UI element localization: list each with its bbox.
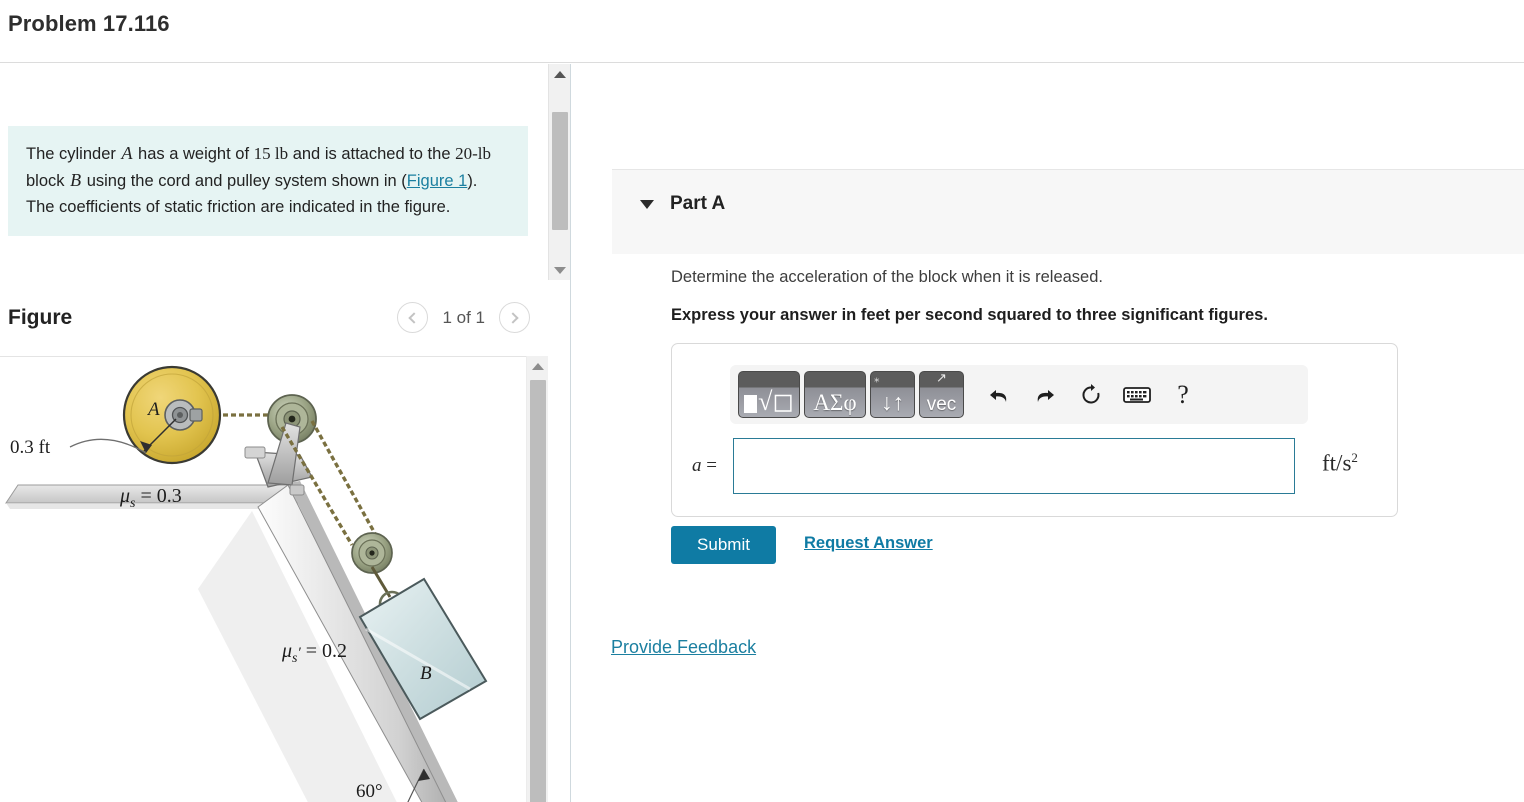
part-a-title: Part A bbox=[670, 193, 726, 214]
figure-scrollbar[interactable] bbox=[526, 356, 548, 802]
left-panel: The cylinder A has a weight of 15 lb and… bbox=[0, 64, 571, 802]
scroll-down-arrow[interactable] bbox=[549, 260, 571, 280]
right-panel: Part A Determine the acceleration of the… bbox=[572, 64, 1524, 802]
weight-a-value: 15 lb bbox=[253, 144, 289, 163]
block-variable: B bbox=[70, 170, 82, 191]
greek-symbols-button[interactable]: ΑΣφ bbox=[804, 371, 866, 418]
undo-icon[interactable] bbox=[978, 375, 1020, 415]
problem-statement: The cylinder A has a weight of 15 lb and… bbox=[8, 126, 528, 236]
figure-next-button[interactable] bbox=[499, 302, 530, 333]
angle-label: 60° bbox=[356, 781, 383, 802]
greek-symbols-label: ΑΣφ bbox=[813, 389, 857, 415]
answer-units: ft/s2 bbox=[1322, 450, 1358, 477]
cylinder-label: A bbox=[146, 399, 160, 420]
statement-text-1: The cylinder bbox=[26, 145, 121, 163]
figure-scroll-up-arrow[interactable] bbox=[527, 356, 549, 376]
answer-variable: a bbox=[692, 455, 702, 476]
answer-input[interactable] bbox=[733, 438, 1295, 494]
block-label: B bbox=[420, 663, 432, 684]
page-title: Problem 17.116 bbox=[8, 11, 170, 36]
sqrt-icon: √◻ bbox=[739, 388, 799, 414]
statement-text-5: using the cord and pulley system shown i… bbox=[82, 172, 407, 191]
chevron-left-icon bbox=[408, 311, 421, 324]
physics-diagram: A 0.3 ft μs = 0.3 B μs′ = 0.2 60° bbox=[5, 365, 488, 802]
scrollbar-thumb[interactable] bbox=[552, 112, 568, 230]
arrows-label: ↓↑ bbox=[881, 389, 904, 415]
statement-text-4: block bbox=[26, 172, 70, 191]
statement-text-3: and is attached to the bbox=[288, 145, 456, 163]
vector-button[interactable]: ↗ vec bbox=[919, 371, 964, 418]
problem-page: Problem 17.116 The cylinder A has a weig… bbox=[0, 0, 1524, 802]
problem-statement-pane: The cylinder A has a weight of 15 lb and… bbox=[0, 64, 548, 280]
answer-card: √◻ ΑΣφ ⁎ ↓↑ ↗ vec ? a = ft/s2 bbox=[671, 343, 1398, 517]
math-toolbar: √◻ ΑΣφ ⁎ ↓↑ ↗ vec ? bbox=[730, 365, 1308, 424]
redo-icon[interactable] bbox=[1024, 375, 1066, 415]
figure-prev-button[interactable] bbox=[397, 302, 429, 333]
units-text: ft/s bbox=[1322, 450, 1352, 476]
template-sqrt-button[interactable]: √◻ bbox=[738, 371, 800, 418]
answer-equals: = bbox=[701, 455, 717, 476]
units-exponent: 2 bbox=[1351, 450, 1358, 465]
chevron-right-icon bbox=[507, 311, 519, 324]
reset-icon[interactable] bbox=[1070, 375, 1112, 415]
statement-text-2: has a weight of bbox=[133, 145, 254, 163]
part-a-instruction: Express your answer in feet per second s… bbox=[671, 306, 1268, 324]
help-icon[interactable]: ? bbox=[1162, 375, 1204, 415]
figure-counter: 1 of 1 bbox=[442, 307, 485, 327]
vector-label: vec bbox=[926, 394, 957, 416]
submit-button[interactable]: Submit bbox=[671, 526, 776, 564]
arrows-superscript-icon: ⁎ bbox=[874, 373, 880, 385]
weight-b-value: 20-lb bbox=[455, 144, 491, 163]
figure-1-link[interactable]: Figure 1 bbox=[407, 172, 468, 190]
figure-header: Figure 1 of 1 bbox=[0, 296, 548, 356]
answer-row: a = ft/s2 bbox=[672, 438, 1399, 500]
part-a-prompt: Determine the acceleration of the block … bbox=[671, 268, 1103, 286]
caret-down-icon[interactable] bbox=[640, 200, 654, 209]
answer-label: a = bbox=[692, 455, 717, 477]
figure-pane: A 0.3 ft μs = 0.3 B μs′ = 0.2 60° bbox=[0, 356, 526, 802]
request-answer-link[interactable]: Request Answer bbox=[804, 534, 933, 553]
arrows-button[interactable]: ⁎ ↓↑ bbox=[870, 371, 915, 418]
statement-scrollbar[interactable] bbox=[548, 64, 570, 280]
page-header: Problem 17.116 bbox=[0, 0, 1524, 63]
cylinder-variable: A bbox=[121, 143, 133, 163]
help-label: ? bbox=[1177, 379, 1189, 409]
scroll-up-arrow[interactable] bbox=[549, 64, 571, 84]
figure-navigation: 1 of 1 bbox=[397, 302, 530, 333]
radius-label: 0.3 ft bbox=[10, 437, 51, 458]
keyboard-icon[interactable] bbox=[1116, 375, 1158, 415]
vector-arrow-icon: ↗ bbox=[936, 371, 947, 385]
figure-title: Figure bbox=[8, 306, 73, 329]
part-a-header[interactable]: Part A bbox=[612, 169, 1524, 254]
figure-scrollbar-thumb[interactable] bbox=[530, 380, 546, 802]
provide-feedback-link[interactable]: Provide Feedback bbox=[611, 637, 756, 658]
